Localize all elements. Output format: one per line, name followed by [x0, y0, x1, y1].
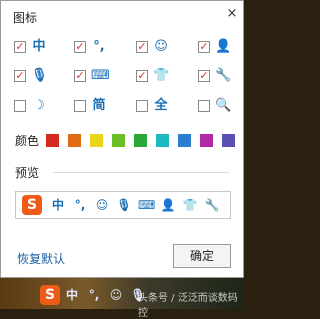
icon-checkbox[interactable]: ✓: [74, 41, 86, 53]
icon-settings-panel: 图标 × ✓ 中 ✓ °, ✓ ☺ ✓ 👤 ✓ 🎙 ✓ ⌨ ✓ 👕 ✓ 🔧 ☽ 简全 🔍 颜色 预览 S 中 °, ☺ 🎙…: [0, 0, 244, 278]
icon-option-simplified[interactable]: 简: [74, 98, 124, 114]
keyboard-icon: ⌨: [91, 68, 110, 83]
watermark-text: 头条号 / 泛泛而谈数码控: [138, 293, 238, 319]
icon-option-search[interactable]: 🔍: [198, 98, 248, 114]
icon-option-emoji[interactable]: ✓ ☺: [136, 39, 186, 55]
preview-divider: [53, 172, 229, 173]
microphone-icon: 🎙: [116, 198, 132, 212]
user-icon: 👤: [160, 198, 176, 212]
emoji-icon[interactable]: ☺: [108, 287, 124, 303]
color-swatch[interactable]: [178, 134, 191, 147]
icon-option-keyboard[interactable]: ✓ ⌨: [74, 68, 124, 84]
punctuation-icon: °,: [93, 39, 105, 54]
restore-default-link[interactable]: 恢复默认: [17, 250, 65, 267]
keyboard-icon: ⌨: [138, 198, 156, 212]
color-swatch[interactable]: [90, 134, 103, 147]
color-swatch[interactable]: [156, 134, 169, 147]
emoji-icon: ☺: [95, 198, 109, 212]
color-swatch[interactable]: [46, 134, 59, 147]
chinese-mode-icon[interactable]: 中: [64, 287, 80, 303]
color-swatch[interactable]: [222, 134, 235, 147]
icon-checkbox[interactable]: ✓: [198, 70, 210, 82]
chinese-mode-icon: 中: [32, 39, 46, 54]
icon-checkbox[interactable]: [198, 100, 210, 112]
icon-checkbox[interactable]: [14, 100, 26, 112]
panel-title: 图标: [13, 11, 38, 25]
emoji-icon: ☺: [154, 39, 168, 54]
icon-option-skin-shirt[interactable]: ✓ 👕: [136, 68, 186, 84]
skin-shirt-icon: 👕: [182, 198, 198, 212]
icon-option-microphone[interactable]: ✓ 🎙: [14, 68, 64, 84]
preview-toolbar: S 中 °, ☺ 🎙 ⌨ 👤 👕 🔧: [15, 191, 231, 219]
icon-option-user[interactable]: ✓ 👤: [198, 39, 248, 55]
search-icon: 🔍: [215, 98, 232, 113]
microphone-icon: 🎙: [31, 68, 48, 83]
color-swatch[interactable]: [112, 134, 125, 147]
user-icon: 👤: [215, 39, 232, 54]
icon-checkbox[interactable]: ✓: [14, 41, 26, 53]
icon-checkbox[interactable]: [136, 100, 148, 112]
wrench-icon: 🔧: [204, 198, 220, 212]
icon-checkbox[interactable]: ✓: [14, 70, 26, 82]
sogou-logo-icon: S: [22, 195, 42, 215]
chinese-mode-icon: 中: [51, 198, 64, 212]
full-width-icon: 全: [154, 98, 168, 113]
wrench-icon: 🔧: [215, 68, 232, 83]
color-swatch[interactable]: [200, 134, 213, 147]
half-width-moon-icon: ☽: [33, 98, 45, 113]
icon-option-half-width-moon[interactable]: ☽: [14, 98, 64, 114]
punctuation-icon[interactable]: °,: [86, 287, 102, 303]
icon-checkbox[interactable]: ✓: [198, 41, 210, 53]
skin-shirt-icon: 👕: [153, 68, 170, 83]
icon-checkbox[interactable]: ✓: [136, 41, 148, 53]
close-icon[interactable]: ×: [225, 7, 239, 21]
icon-option-wrench[interactable]: ✓ 🔧: [198, 68, 248, 84]
punctuation-icon: °,: [74, 198, 86, 212]
icon-option-chinese-mode[interactable]: ✓ 中: [14, 39, 64, 55]
simplified-icon: 简: [92, 98, 106, 113]
icon-checkbox[interactable]: ✓: [74, 70, 86, 82]
ok-button[interactable]: 确定: [173, 244, 231, 268]
color-swatch[interactable]: [68, 134, 81, 147]
icon-checkbox[interactable]: [74, 100, 86, 112]
color-label: 颜色: [15, 134, 40, 148]
color-swatch[interactable]: [134, 134, 147, 147]
icon-option-full-width[interactable]: 全: [136, 98, 186, 114]
icon-option-punctuation[interactable]: ✓ °,: [74, 39, 124, 55]
sogou-logo-icon[interactable]: S: [40, 285, 60, 305]
preview-label: 预览: [15, 166, 40, 180]
icon-checkbox[interactable]: ✓: [136, 70, 148, 82]
